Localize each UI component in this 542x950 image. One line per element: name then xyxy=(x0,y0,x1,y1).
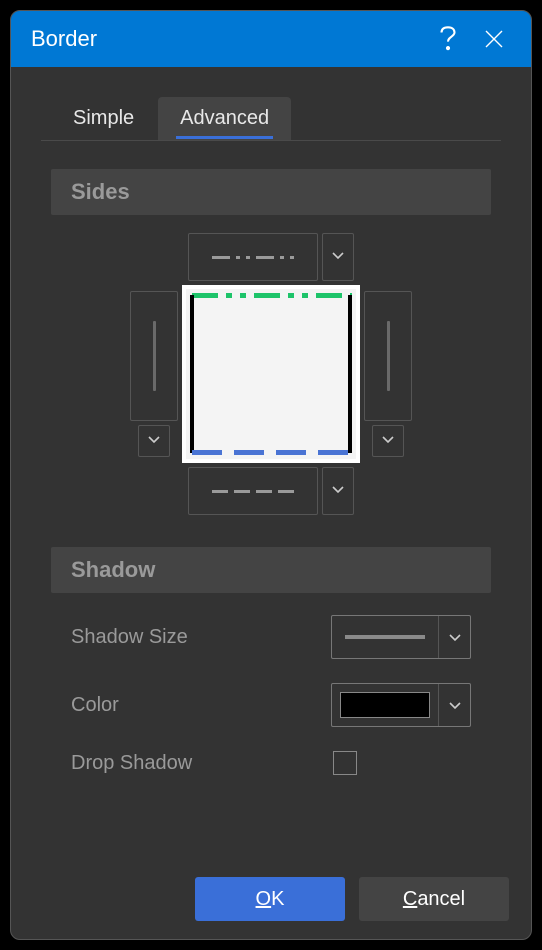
help-icon xyxy=(439,26,457,52)
section-header-sides: Sides xyxy=(51,169,491,215)
chevron-down-icon xyxy=(331,248,345,267)
tab-advanced[interactable]: Advanced xyxy=(158,97,291,140)
bottom-border-style-button[interactable] xyxy=(188,467,318,515)
preview-left-border xyxy=(190,295,194,453)
help-button[interactable] xyxy=(425,16,471,62)
shadow-color-row: Color xyxy=(71,683,471,727)
window-title: Border xyxy=(31,26,425,52)
border-preview xyxy=(182,285,360,463)
top-border-menu-button[interactable] xyxy=(322,233,354,281)
dialog-content: Simple Advanced Sides xyxy=(11,67,531,775)
drop-shadow-checkbox[interactable] xyxy=(333,751,357,775)
cancel-accel: C xyxy=(403,888,417,910)
tab-simple[interactable]: Simple xyxy=(51,97,156,140)
right-border-style-button[interactable] xyxy=(364,291,412,421)
dialog-footer: OK Cancel xyxy=(195,877,509,921)
chevron-down-icon xyxy=(147,432,161,451)
preview-top-border xyxy=(192,293,352,298)
close-icon xyxy=(484,29,504,49)
bottom-border-menu-button[interactable] xyxy=(322,467,354,515)
shadow-size-row: Shadow Size xyxy=(71,615,471,659)
chevron-down-icon xyxy=(438,684,470,726)
preview-right-border xyxy=(348,295,352,453)
dashed-pattern-icon xyxy=(212,490,294,493)
chevron-down-icon xyxy=(381,432,395,451)
cancel-button[interactable]: Cancel xyxy=(359,877,509,921)
drop-shadow-label: Drop Shadow xyxy=(71,752,333,775)
titlebar: Border xyxy=(11,11,531,67)
chevron-down-icon xyxy=(438,616,470,658)
tab-bar: Simple Advanced xyxy=(41,97,501,141)
solid-line-icon xyxy=(387,321,390,391)
shadow-size-dropdown[interactable] xyxy=(331,615,471,659)
solid-line-icon xyxy=(153,321,156,391)
left-border-style-button[interactable] xyxy=(130,291,178,421)
ok-button[interactable]: OK xyxy=(195,877,345,921)
ok-accel: O xyxy=(256,888,272,910)
border-dialog: Border Simple Advanced Sides xyxy=(10,10,532,940)
sides-editor xyxy=(101,233,441,515)
section-header-shadow: Shadow xyxy=(51,547,491,593)
drop-shadow-row: Drop Shadow xyxy=(71,751,471,775)
preview-bottom-border xyxy=(192,450,352,455)
shadow-color-label: Color xyxy=(71,694,331,717)
shadow-color-dropdown[interactable] xyxy=(331,683,471,727)
shadow-size-preview-icon xyxy=(345,635,425,639)
left-border-menu-button[interactable] xyxy=(138,425,170,457)
top-border-style-button[interactable] xyxy=(188,233,318,281)
right-border-menu-button[interactable] xyxy=(372,425,404,457)
color-swatch xyxy=(340,692,430,718)
shadow-size-label: Shadow Size xyxy=(71,626,331,649)
close-button[interactable] xyxy=(471,16,517,62)
dash-dot-dot-pattern-icon xyxy=(212,256,294,259)
chevron-down-icon xyxy=(331,482,345,501)
